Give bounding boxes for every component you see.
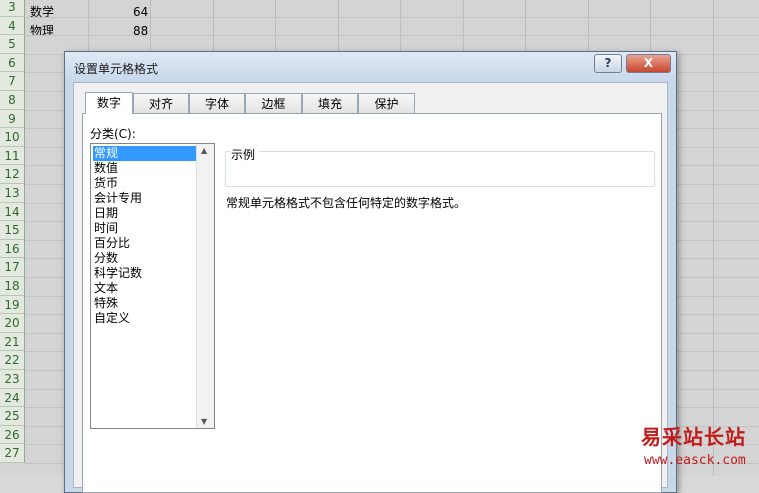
tab-alignment[interactable]: 对齐 (133, 93, 189, 113)
site-watermark: 易采站长站 www.easck.com (638, 418, 759, 476)
tab-font[interactable]: 字体 (189, 93, 245, 113)
row-header[interactable]: 3 (0, 0, 25, 17)
category-label: 分类(C): (90, 127, 136, 141)
row-header[interactable]: 23 (0, 370, 25, 389)
cell-subject[interactable]: 数学 (30, 3, 54, 21)
row-header[interactable]: 21 (0, 332, 25, 352)
category-item-special[interactable]: 特殊 (93, 296, 198, 311)
row-header[interactable]: 27 (0, 444, 25, 463)
watermark-title: 易采站长站 (641, 425, 746, 449)
watermark-url: www.easck.com (644, 453, 746, 468)
row-header[interactable]: 14 (0, 202, 25, 222)
row-header[interactable]: 26 (0, 425, 25, 445)
cell-score[interactable]: 88 (133, 22, 148, 40)
row-header[interactable]: 24 (0, 388, 25, 408)
category-scrollbar[interactable]: ▲ ▼ (196, 144, 214, 428)
category-item-time[interactable]: 时间 (93, 221, 198, 236)
dialog-titlebar[interactable]: 设置单元格格式 ? X (65, 52, 676, 82)
dialog-title: 设置单元格格式 (74, 62, 159, 76)
row-header[interactable]: 10 (0, 128, 25, 147)
row-header[interactable]: 8 (0, 91, 25, 110)
category-item-number[interactable]: 数值 (93, 161, 198, 176)
category-item-general[interactable]: 常规 (93, 146, 198, 161)
scroll-up-icon[interactable]: ▲ (201, 146, 207, 155)
category-item-text[interactable]: 文本 (93, 281, 198, 296)
row-header[interactable]: 6 (0, 53, 25, 73)
cell-score[interactable]: 64 (133, 3, 148, 21)
help-button[interactable]: ? (594, 54, 622, 73)
row-header[interactable]: 16 (0, 239, 25, 259)
category-item-fraction[interactable]: 分数 (93, 251, 198, 266)
tab-number[interactable]: 数字 (85, 92, 133, 114)
category-item-scientific[interactable]: 科学记数 (93, 266, 198, 281)
row-header[interactable]: 20 (0, 314, 25, 333)
row-header[interactable]: 12 (0, 165, 25, 184)
row-gridline (25, 35, 759, 37)
format-description: 常规单元格格式不包含任何特定的数字格式。 (226, 196, 467, 210)
row-header[interactable]: 22 (0, 351, 25, 370)
cell-subject[interactable]: 物理 (30, 22, 54, 40)
row-header[interactable]: 9 (0, 109, 25, 129)
row-header[interactable]: 18 (0, 277, 25, 296)
tab-border[interactable]: 边框 (245, 93, 302, 113)
row-header[interactable]: 4 (0, 16, 25, 36)
row-header[interactable]: 11 (0, 146, 25, 166)
category-listbox[interactable]: 常规 数值 货币 会计专用 日期 时间 百分比 分数 科学记数 文本 特殊 自定… (90, 143, 215, 429)
tab-fill[interactable]: 填充 (302, 93, 358, 113)
row-gridline (25, 16, 759, 18)
close-button[interactable]: X (626, 54, 671, 73)
format-cells-dialog: 设置单元格格式 ? X 数字 对齐 字体 边框 填充 保护 分类(C): 常规 … (64, 51, 677, 493)
row-header[interactable]: 13 (0, 184, 25, 203)
sample-preview-box (225, 151, 655, 187)
row-header[interactable]: 5 (0, 35, 25, 54)
category-item-percentage[interactable]: 百分比 (93, 236, 198, 251)
row-header[interactable]: 7 (0, 72, 25, 91)
tab-protection[interactable]: 保护 (358, 93, 415, 113)
row-header[interactable]: 25 (0, 407, 25, 426)
dialog-body: 数字 对齐 字体 边框 填充 保护 分类(C): 常规 数值 货币 会计专用 日… (73, 82, 668, 493)
column-gridline (713, 0, 714, 476)
scroll-down-icon[interactable]: ▼ (201, 417, 207, 426)
row-header[interactable]: 15 (0, 221, 25, 240)
category-item-currency[interactable]: 货币 (93, 176, 198, 191)
sample-label: 示例 (231, 146, 260, 163)
category-item-date[interactable]: 日期 (93, 206, 198, 221)
category-item-accounting[interactable]: 会计专用 (93, 191, 198, 206)
row-header[interactable]: 17 (0, 258, 25, 277)
row-header[interactable]: 19 (0, 295, 25, 315)
category-item-custom[interactable]: 自定义 (93, 311, 198, 326)
close-icon: X (643, 56, 654, 70)
